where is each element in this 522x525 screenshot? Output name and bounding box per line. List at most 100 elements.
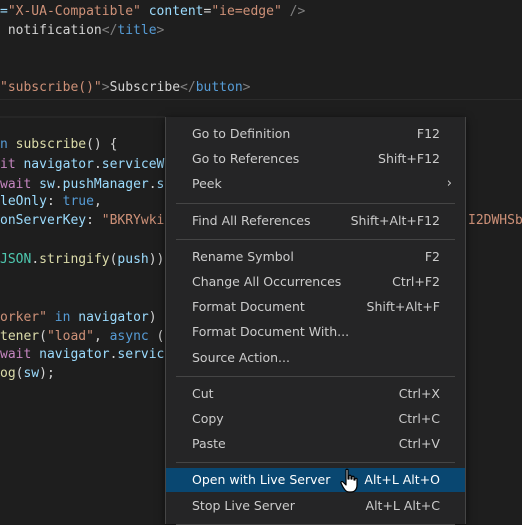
code-token: og — [0, 366, 16, 381]
menu-item-label: Rename Symbol — [192, 248, 294, 264]
menu-item-label: Cut — [192, 385, 214, 401]
code-line: leOnly: true, — [0, 192, 102, 212]
code-token: navigator — [78, 310, 149, 325]
code-token: servic — [117, 347, 165, 362]
code-token: )) — [148, 252, 165, 267]
code-token: ( — [39, 329, 47, 344]
code-line: wait navigator.servic — [0, 345, 164, 365]
context-menu: Go to Definition F12 Go to References Shift… — [165, 117, 466, 525]
menu-separator — [176, 375, 455, 377]
code-token: : — [46, 194, 63, 209]
code-token: "BKRYwkit — [101, 213, 173, 228]
menu-item-go-to-definition[interactable]: Go to Definition F12 — [166, 122, 465, 146]
code-line: it navigator.serviceWo — [0, 155, 172, 175]
code-token: navigator — [23, 157, 94, 172]
menu-item-label: Change All Occurrences — [192, 274, 342, 289]
code-token: button — [195, 80, 243, 95]
menu-item-label: Source Action... — [192, 349, 290, 365]
menu-item-peek[interactable]: Peek › — [166, 172, 465, 196]
menu-item-paste[interactable]: Paste Ctrl+V — [166, 432, 465, 456]
menu-item-format-document-with[interactable]: Format Document With... — [166, 320, 465, 344]
menu-item-label: Format Document — [192, 299, 305, 315]
code-token: "subscribe()" — [0, 80, 102, 95]
menu-item-shortcut: Shift+Alt+F12 — [350, 212, 440, 228]
code-token: , — [93, 329, 110, 344]
code-token: n — [0, 137, 8, 152]
code-token: </ — [101, 23, 118, 38]
menu-item-label: Paste — [192, 436, 226, 452]
menu-item-rename-symbol[interactable]: Rename Symbol F2 — [166, 245, 465, 269]
code-line: onServerKey: "BKRYwkit — [0, 211, 172, 231]
code-token: pushManager — [62, 177, 149, 192]
menu-item-shortcut: Ctrl+C — [398, 411, 440, 426]
menu-item-shortcut: F2 — [424, 248, 440, 264]
menu-item-format-document[interactable]: Format Document Shift+Alt+F — [166, 295, 465, 319]
menu-item-label: Copy — [192, 411, 224, 426]
code-token: Subscribe — [109, 80, 181, 95]
code-token: . — [93, 157, 102, 172]
code-token: </ — [180, 80, 196, 95]
code-token: sw — [23, 366, 40, 381]
code-token: JSON — [0, 252, 32, 267]
code-line: og(sw); — [0, 364, 55, 384]
menu-item-label: Find All References — [192, 212, 311, 228]
code-token: stringify — [39, 252, 110, 267]
code-token: = — [0, 4, 8, 19]
code-line: n subscribe() { — [0, 135, 117, 155]
menu-item-shortcut: Alt+L Alt+C — [365, 497, 440, 513]
code-token: title — [117, 23, 157, 38]
code-overflow-text: I2DWHSbX — [468, 213, 522, 228]
menu-item-label: Format Document With... — [192, 324, 350, 340]
code-token: notification — [0, 23, 102, 38]
menu-item-label: Go to Definition — [192, 126, 291, 141]
editor-line-guide — [0, 99, 522, 100]
code-token: . — [148, 177, 157, 192]
code-token: "ie=edge" — [211, 4, 282, 19]
menu-item-copy[interactable]: Copy Ctrl+C — [166, 407, 465, 431]
code-line: JSON.stringify(push)) — [0, 250, 164, 270]
code-token: > — [242, 80, 251, 95]
code-token: content — [148, 4, 204, 19]
menu-item-find-all-references[interactable]: Find All References Shift+Alt+F12 — [166, 209, 465, 233]
menu-item-shortcut: F12 — [416, 126, 440, 141]
code-token: /> — [289, 4, 306, 19]
code-line: "subscribe()">Subscribe</button> — [0, 78, 250, 98]
code-line: ="X-UA-Compatible" content="ie=edge" /> — [0, 2, 305, 22]
menu-item-shortcut: Ctrl+X — [398, 385, 440, 401]
menu-item-shortcut: Ctrl+V — [398, 436, 440, 452]
menu-item-shortcut: Alt+L Alt+O — [364, 472, 440, 488]
code-token: "load" — [46, 329, 94, 344]
code-token: it — [0, 157, 16, 172]
menu-item-cut[interactable]: Cut Ctrl+X — [166, 382, 465, 406]
code-token: push — [117, 252, 149, 267]
code-token: ); — [39, 366, 55, 381]
editor-scroll-strip — [0, 116, 165, 118]
menu-item-change-all-occurrences[interactable]: Change All Occurrences Ctrl+F2 — [166, 270, 465, 294]
code-token: tener — [0, 329, 40, 344]
menu-item-shortcut: Shift+F12 — [378, 151, 440, 167]
code-token: : — [86, 213, 102, 228]
code-line: notification</title> — [0, 21, 165, 41]
code-token: onServerKey — [0, 213, 87, 228]
code-token: leOnly — [0, 194, 47, 209]
code-token: wait — [0, 177, 32, 192]
menu-item-label: Go to References — [192, 151, 300, 167]
code-token: > — [101, 80, 110, 95]
code-line: tener("load", async () — [0, 327, 172, 347]
menu-item-label: Peek — [192, 176, 222, 192]
menu-item-stop-live-server[interactable]: Stop Live Server Alt+L Alt+C — [166, 494, 465, 518]
menu-item-source-action[interactable]: Source Action... — [166, 346, 465, 370]
code-token: wait — [0, 347, 32, 362]
code-token: orker" — [0, 310, 47, 325]
menu-item-open-with-live-server[interactable]: Open with Live Server Alt+L Alt+O — [166, 468, 465, 493]
hand-pointer-icon — [340, 468, 358, 493]
code-token: > — [156, 23, 165, 38]
menu-item-go-to-references[interactable]: Go to References Shift+F12 — [166, 147, 465, 171]
code-token: serviceWo — [101, 157, 173, 172]
